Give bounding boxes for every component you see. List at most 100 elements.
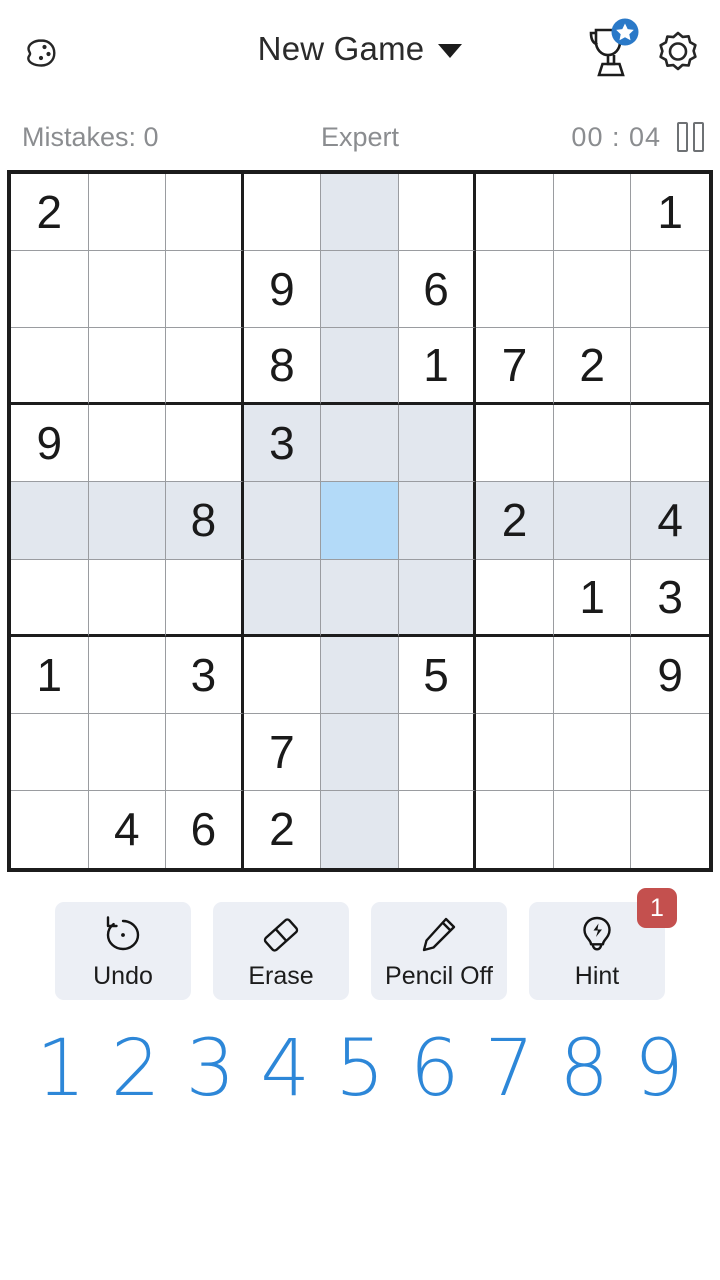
numpad-key-8[interactable]: 8: [547, 1030, 621, 1108]
sudoku-cell-r5c8[interactable]: [553, 482, 632, 560]
sudoku-cell-r8c3[interactable]: [166, 713, 244, 791]
sudoku-cell-r7c8[interactable]: [553, 636, 632, 714]
sudoku-cell-r1c2[interactable]: [88, 174, 167, 252]
numpad-key-9[interactable]: 9: [622, 1030, 696, 1108]
pause-button[interactable]: [677, 122, 704, 152]
sudoku-cell-r4c3[interactable]: [166, 405, 244, 483]
sudoku-cell-r9c3[interactable]: 6: [166, 790, 244, 868]
hint-button[interactable]: 1 Hint: [529, 888, 677, 1000]
sudoku-cell-r1c9[interactable]: 1: [631, 174, 709, 252]
sudoku-cell-r2c5[interactable]: [321, 251, 399, 329]
sudoku-cell-r9c8[interactable]: [553, 790, 632, 868]
sudoku-cell-r8c1[interactable]: [11, 713, 89, 791]
sudoku-cell-r9c6[interactable]: [398, 790, 477, 868]
sudoku-cell-r9c4[interactable]: 2: [243, 790, 322, 868]
sudoku-cell-r4c6[interactable]: [398, 405, 477, 483]
numpad-key-3[interactable]: 3: [174, 1030, 248, 1108]
sudoku-cell-r4c7[interactable]: [476, 405, 554, 483]
sudoku-cell-r9c9[interactable]: [631, 790, 709, 868]
sudoku-cell-r6c6[interactable]: [398, 559, 477, 637]
sudoku-cell-r9c2[interactable]: 4: [88, 790, 167, 868]
sudoku-cell-r4c2[interactable]: [88, 405, 167, 483]
sudoku-cell-r9c7[interactable]: [476, 790, 554, 868]
sudoku-cell-r1c8[interactable]: [553, 174, 632, 252]
pencil-label: Pencil Off: [385, 961, 493, 990]
sudoku-cell-r3c8[interactable]: 2: [553, 328, 632, 406]
sudoku-cell-r5c4[interactable]: [243, 482, 322, 560]
sudoku-cell-r2c4[interactable]: 9: [243, 251, 322, 329]
sudoku-cell-r2c3[interactable]: [166, 251, 244, 329]
trophy-button[interactable]: [580, 18, 642, 84]
sudoku-cell-r3c3[interactable]: [166, 328, 244, 406]
sudoku-cell-r8c8[interactable]: [553, 713, 632, 791]
numpad-key-7[interactable]: 7: [473, 1030, 547, 1108]
sudoku-cell-r5c2[interactable]: [88, 482, 167, 560]
numpad-key-5[interactable]: 5: [323, 1030, 397, 1108]
sudoku-cell-r6c2[interactable]: [88, 559, 167, 637]
sudoku-cell-r6c4[interactable]: [243, 559, 322, 637]
sudoku-cell-r7c6[interactable]: 5: [398, 636, 477, 714]
sudoku-cell-r5c7[interactable]: 2: [476, 482, 554, 560]
sudoku-cell-r5c1[interactable]: [11, 482, 89, 560]
page-title: New Game: [257, 30, 425, 67]
sudoku-cell-r3c2[interactable]: [88, 328, 167, 406]
sudoku-cell-r7c7[interactable]: [476, 636, 554, 714]
sudoku-cell-r6c7[interactable]: [476, 559, 554, 637]
sudoku-cell-r2c7[interactable]: [476, 251, 554, 329]
settings-button[interactable]: [650, 24, 706, 80]
sudoku-cell-r4c4[interactable]: 3: [243, 405, 322, 483]
sudoku-cell-r6c8[interactable]: 1: [553, 559, 632, 637]
sudoku-cell-r3c7[interactable]: 7: [476, 328, 554, 406]
sudoku-cell-r8c2[interactable]: [88, 713, 167, 791]
sudoku-cell-r7c5[interactable]: [321, 636, 399, 714]
sudoku-cell-r8c4[interactable]: 7: [243, 713, 322, 791]
sudoku-cell-r3c4[interactable]: 8: [243, 328, 322, 406]
sudoku-cell-r8c5[interactable]: [321, 713, 399, 791]
undo-button[interactable]: Undo: [55, 902, 191, 1000]
sudoku-cell-r1c7[interactable]: [476, 174, 554, 252]
sudoku-cell-r2c2[interactable]: [88, 251, 167, 329]
sudoku-cell-r3c1[interactable]: [11, 328, 89, 406]
sudoku-cell-r2c8[interactable]: [553, 251, 632, 329]
sudoku-cell-r6c5[interactable]: [321, 559, 399, 637]
sudoku-cell-r2c6[interactable]: 6: [398, 251, 477, 329]
sudoku-cell-r7c1[interactable]: 1: [11, 636, 89, 714]
sudoku-cell-r4c8[interactable]: [553, 405, 632, 483]
sudoku-cell-r4c1[interactable]: 9: [11, 405, 89, 483]
sudoku-cell-r7c9[interactable]: 9: [631, 636, 709, 714]
sudoku-cell-r1c1[interactable]: 2: [11, 174, 89, 252]
sudoku-cell-r6c9[interactable]: 3: [631, 559, 709, 637]
sudoku-cell-r5c5[interactable]: [321, 482, 399, 560]
sudoku-cell-r3c9[interactable]: [631, 328, 709, 406]
numpad-key-4[interactable]: 4: [248, 1030, 322, 1108]
sudoku-cell-r8c6[interactable]: [398, 713, 477, 791]
numpad-key-1[interactable]: 1: [24, 1030, 98, 1108]
sudoku-cell-r9c1[interactable]: [11, 790, 89, 868]
sudoku-cell-r5c6[interactable]: [398, 482, 477, 560]
sudoku-cell-r7c3[interactable]: 3: [166, 636, 244, 714]
sudoku-cell-r9c5[interactable]: [321, 790, 399, 868]
sudoku-cell-r8c7[interactable]: [476, 713, 554, 791]
erase-button[interactable]: Erase: [213, 902, 349, 1000]
sudoku-cell-r2c1[interactable]: [11, 251, 89, 329]
sudoku-cell-r1c4[interactable]: [243, 174, 322, 252]
numpad-key-6[interactable]: 6: [398, 1030, 472, 1108]
sudoku-cell-r6c1[interactable]: [11, 559, 89, 637]
sudoku-cell-r5c9[interactable]: 4: [631, 482, 709, 560]
pencil-toggle-button[interactable]: Pencil Off: [371, 902, 507, 1000]
sudoku-cell-r1c5[interactable]: [321, 174, 399, 252]
sudoku-cell-r2c9[interactable]: [631, 251, 709, 329]
sudoku-cell-r3c5[interactable]: [321, 328, 399, 406]
sudoku-cell-r3c6[interactable]: 1: [398, 328, 477, 406]
numpad-key-2[interactable]: 2: [99, 1030, 173, 1108]
sudoku-cell-r4c9[interactable]: [631, 405, 709, 483]
sudoku-cell-r4c5[interactable]: [321, 405, 399, 483]
sudoku-cell-r7c4[interactable]: [243, 636, 322, 714]
sudoku-cell-r8c9[interactable]: [631, 713, 709, 791]
sudoku-cell-r1c3[interactable]: [166, 174, 244, 252]
sudoku-cell-r1c6[interactable]: [398, 174, 477, 252]
sudoku-board[interactable]: 21968172938241313597462: [7, 170, 713, 872]
sudoku-cell-r5c3[interactable]: 8: [166, 482, 244, 560]
sudoku-cell-r7c2[interactable]: [88, 636, 167, 714]
sudoku-cell-r6c3[interactable]: [166, 559, 244, 637]
